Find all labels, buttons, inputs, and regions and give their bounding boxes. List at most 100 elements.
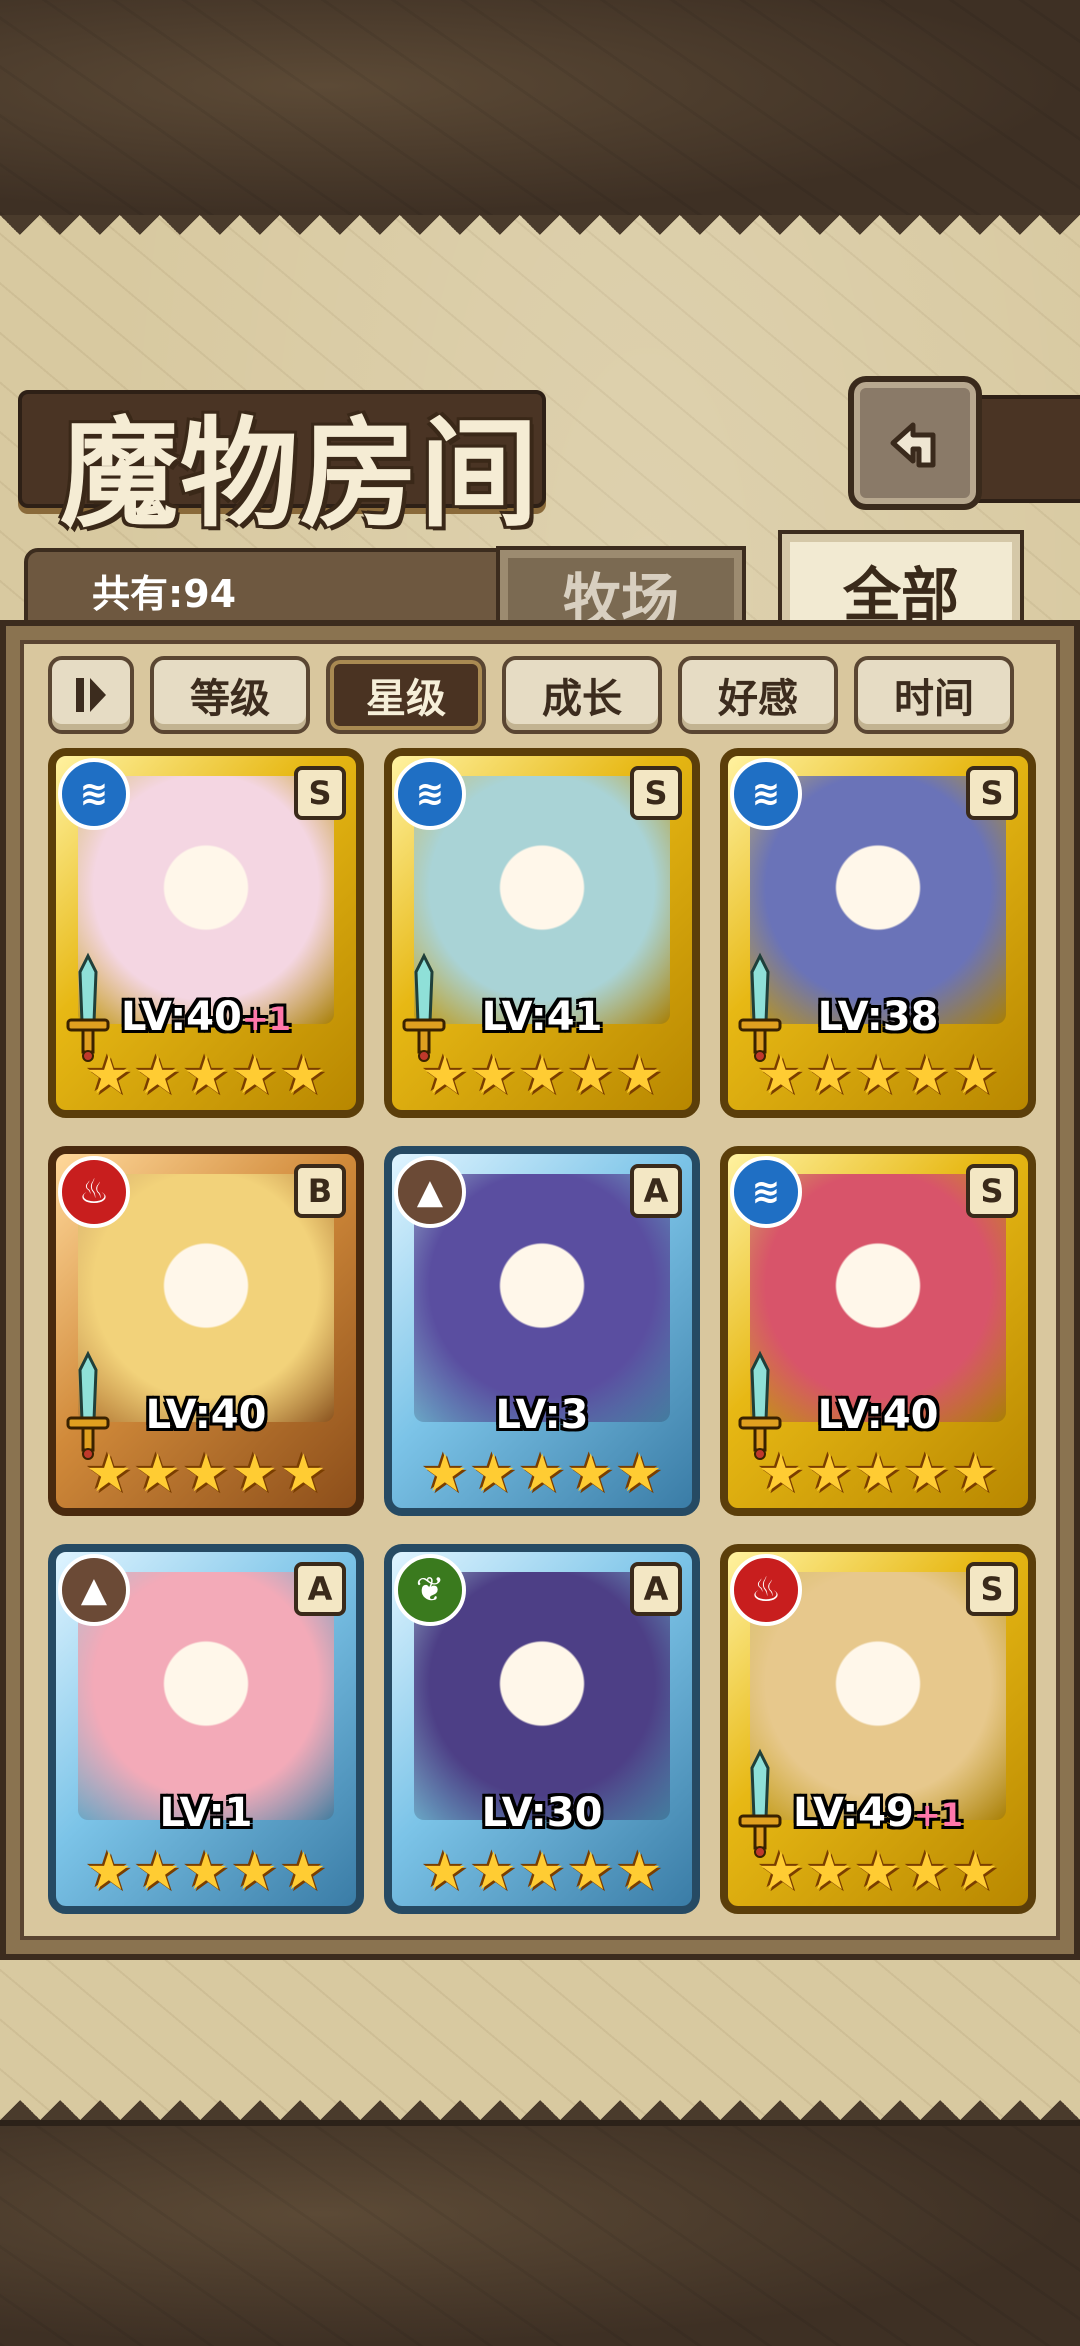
level-value: LV:49 <box>793 1790 914 1836</box>
bottom-background <box>0 2120 1080 2346</box>
total-count: 共有:94 <box>92 572 237 616</box>
star-icon: ★ <box>615 1444 663 1504</box>
sort-growth-button[interactable]: 成长 <box>502 656 662 734</box>
star-rating: ★ ★ ★ ★ ★ <box>752 1446 1004 1502</box>
star-rating: ★ ★ ★ ★ ★ <box>752 1048 1004 1104</box>
level-value: LV:3 <box>495 1392 589 1438</box>
star-icon: ★ <box>518 1444 566 1504</box>
fire-element-icon: ♨ <box>730 1554 802 1626</box>
star-icon: ★ <box>951 1842 999 1902</box>
rank-badge: A <box>630 1562 682 1616</box>
rank-badge: B <box>294 1164 346 1218</box>
rank-badge: A <box>630 1164 682 1218</box>
star-icon: ★ <box>518 1842 566 1902</box>
star-icon: ★ <box>806 1842 853 1902</box>
sort-level-button[interactable]: 等级 <box>150 656 310 734</box>
star-icon: ★ <box>757 1046 805 1106</box>
level-label: LV:40 <box>728 1392 1028 1438</box>
sort-time-button[interactable]: 时间 <box>854 656 1014 734</box>
star-icon: ★ <box>421 1842 469 1902</box>
star-icon: ★ <box>421 1444 469 1504</box>
level-label: LV:49+1 <box>728 1790 1028 1836</box>
star-icon: ★ <box>279 1046 327 1106</box>
star-icon: ★ <box>951 1046 999 1106</box>
level-value: LV:1 <box>159 1790 253 1836</box>
monster-card[interactable]: ▲ A LV:1 ★ ★ ★ ★ ★ <box>48 1544 364 1914</box>
rank-badge: S <box>966 1164 1018 1218</box>
star-icon: ★ <box>806 1444 853 1504</box>
star-icon: ★ <box>279 1444 327 1504</box>
level-label: LV:40 <box>56 1392 356 1438</box>
monster-card[interactable]: ♨ S LV:49+1 ★ ★ ★ ★ ★ <box>720 1544 1036 1914</box>
monster-card[interactable]: ≋ S LV:40+1 ★ ★ ★ ★ ★ <box>48 748 364 1118</box>
star-rating: ★ ★ ★ ★ ★ <box>80 1446 332 1502</box>
star-icon: ★ <box>757 1444 805 1504</box>
monster-card[interactable]: ≋ S LV:38 ★ ★ ★ ★ ★ <box>720 748 1036 1118</box>
star-rating: ★ ★ ★ ★ ★ <box>416 1048 668 1104</box>
rank-badge: S <box>966 1562 1018 1616</box>
level-bonus: +1 <box>241 1000 291 1038</box>
leaf-element-icon: ❦ <box>394 1554 466 1626</box>
star-icon: ★ <box>182 1046 230 1106</box>
star-icon: ★ <box>567 1444 614 1504</box>
star-icon: ★ <box>421 1046 469 1106</box>
star-icon: ★ <box>567 1842 614 1902</box>
level-value: LV:30 <box>481 1790 603 1836</box>
earth-element-icon: ▲ <box>58 1554 130 1626</box>
level-value: LV:41 <box>481 994 603 1040</box>
rank-badge: S <box>966 766 1018 820</box>
page-title: 魔物房间 <box>60 404 541 543</box>
star-rating: ★ ★ ★ ★ ★ <box>80 1048 332 1104</box>
star-icon: ★ <box>757 1842 805 1902</box>
sort-star-button[interactable]: 星级 <box>326 656 486 734</box>
return-arrow-icon <box>890 422 936 468</box>
star-rating: ★ ★ ★ ★ ★ <box>416 1446 668 1502</box>
top-background <box>0 0 1080 221</box>
monster-card[interactable]: ≋ S LV:41 ★ ★ ★ ★ ★ <box>384 748 700 1118</box>
star-icon: ★ <box>903 1444 950 1504</box>
star-icon: ★ <box>615 1842 663 1902</box>
star-icon: ★ <box>806 1046 853 1106</box>
level-label: LV:41 <box>392 994 692 1040</box>
sort-toggle-icon <box>76 678 106 712</box>
water-element-icon: ≋ <box>58 758 130 830</box>
star-rating: ★ ★ ★ ★ ★ <box>752 1844 1004 1900</box>
monster-card[interactable]: ▲ A LV:3 ★ ★ ★ ★ ★ <box>384 1146 700 1516</box>
star-icon: ★ <box>134 1842 181 1902</box>
star-icon: ★ <box>903 1842 950 1902</box>
star-icon: ★ <box>854 1444 902 1504</box>
level-value: LV:40 <box>817 1392 939 1438</box>
star-icon: ★ <box>231 1046 278 1106</box>
level-label: LV:40+1 <box>56 994 356 1040</box>
star-icon: ★ <box>85 1444 133 1504</box>
star-icon: ★ <box>951 1444 999 1504</box>
level-label: LV:3 <box>392 1392 692 1438</box>
monster-card[interactable]: ❦ A LV:30 ★ ★ ★ ★ ★ <box>384 1544 700 1914</box>
sort-order-toggle[interactable] <box>48 656 134 734</box>
water-element-icon: ≋ <box>394 758 466 830</box>
monster-card[interactable]: ≋ S LV:40 ★ ★ ★ ★ ★ <box>720 1146 1036 1516</box>
torn-edge-bottom <box>0 2080 1080 2120</box>
star-icon: ★ <box>615 1046 663 1106</box>
monster-card[interactable]: ♨ B LV:40 ★ ★ ★ ★ ★ <box>48 1146 364 1516</box>
star-icon: ★ <box>854 1046 902 1106</box>
level-value: LV:40 <box>121 994 242 1040</box>
star-icon: ★ <box>903 1046 950 1106</box>
earth-element-icon: ▲ <box>394 1156 466 1228</box>
level-value: LV:40 <box>145 1392 267 1438</box>
water-element-icon: ≋ <box>730 758 802 830</box>
star-icon: ★ <box>854 1842 902 1902</box>
torn-edge-top <box>0 215 1080 255</box>
star-rating: ★ ★ ★ ★ ★ <box>416 1844 668 1900</box>
level-value: LV:38 <box>817 994 939 1040</box>
level-bonus: +1 <box>913 1796 963 1834</box>
star-rating: ★ ★ ★ ★ ★ <box>80 1844 332 1900</box>
star-icon: ★ <box>231 1842 278 1902</box>
sort-affection-button[interactable]: 好感 <box>678 656 838 734</box>
star-icon: ★ <box>567 1046 614 1106</box>
star-icon: ★ <box>470 1444 517 1504</box>
star-icon: ★ <box>518 1046 566 1106</box>
star-icon: ★ <box>279 1842 327 1902</box>
rank-badge: S <box>630 766 682 820</box>
back-button[interactable] <box>848 376 982 510</box>
